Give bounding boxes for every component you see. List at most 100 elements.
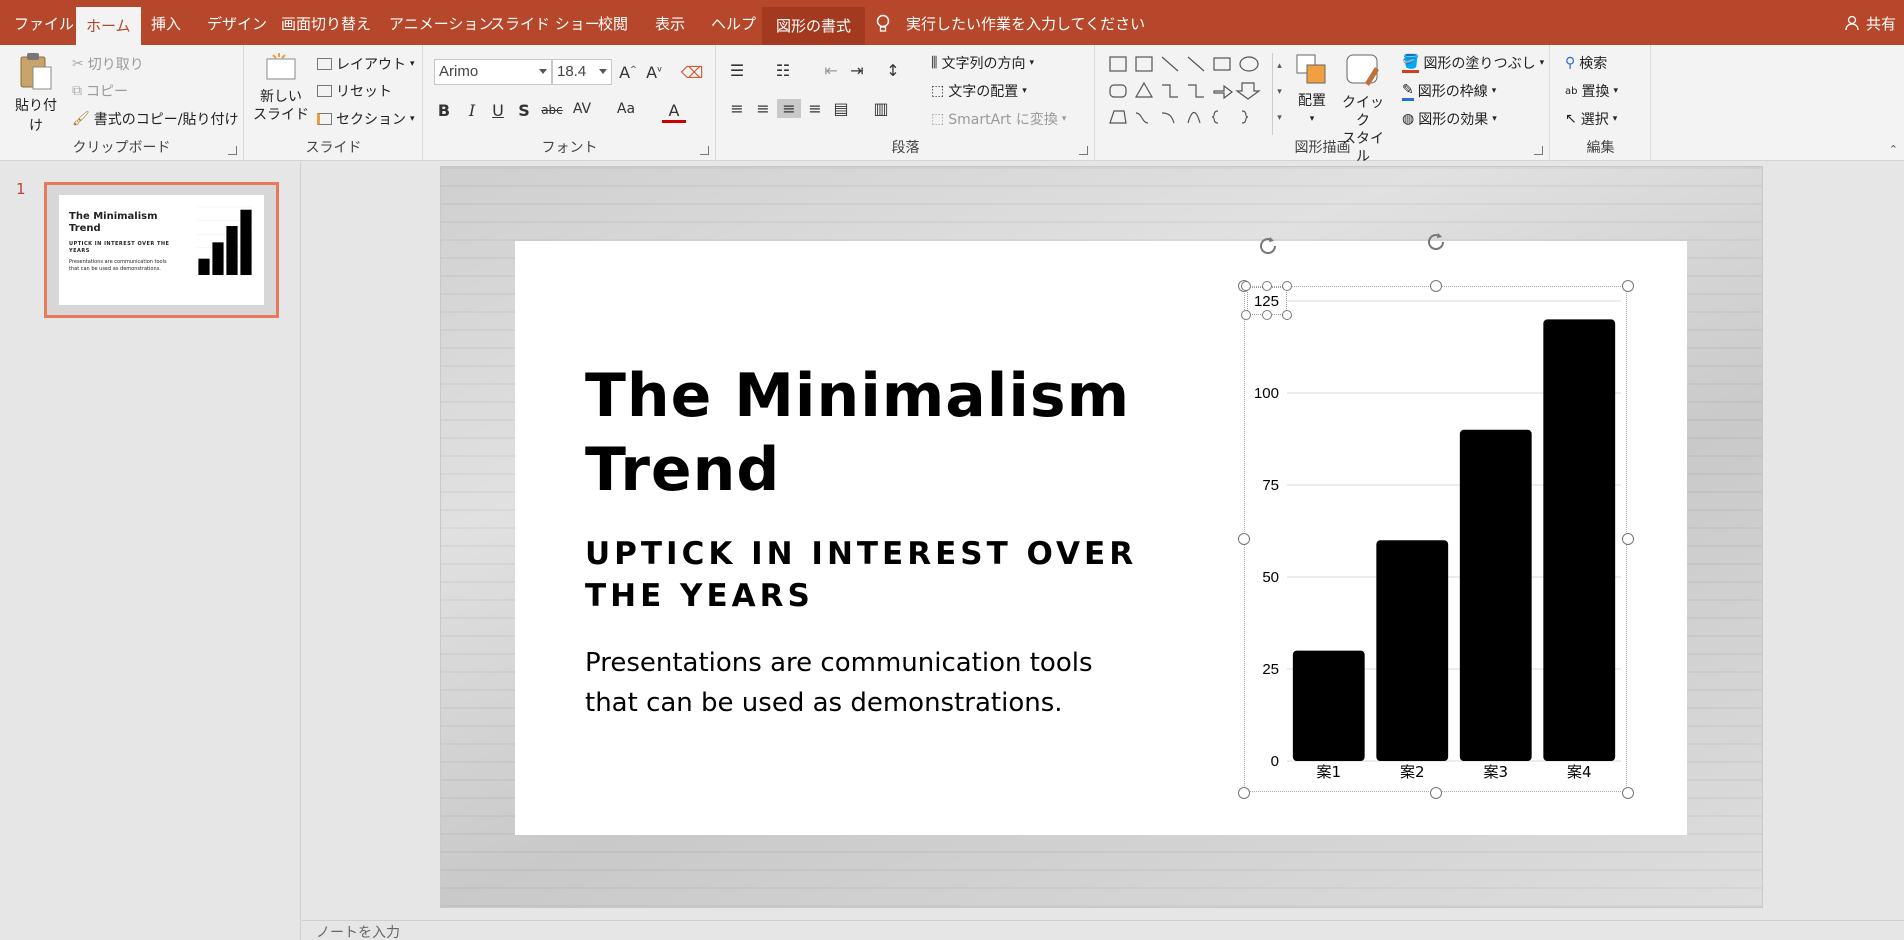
grow-font-icon[interactable]: A^: [616, 63, 640, 82]
resize-handle-n[interactable]: [1430, 280, 1442, 292]
arrange-button[interactable]: 配置 ▾: [1292, 53, 1332, 128]
shapes-scroll[interactable]: ▴ ▾ ▾: [1272, 53, 1286, 135]
slide-title[interactable]: The Minimalism Trend: [585, 359, 1145, 507]
justify-icon[interactable]: ≡: [803, 99, 827, 118]
strikethrough-icon[interactable]: abc: [540, 103, 564, 117]
tab-review[interactable]: 校閲: [598, 0, 628, 45]
tab-shape-format[interactable]: 図形の書式: [762, 7, 866, 45]
drawing-launcher-icon[interactable]: [1534, 146, 1543, 155]
section-button[interactable]: セクション ▾: [317, 109, 415, 129]
resize-handle-e[interactable]: [1622, 533, 1634, 545]
copy-button[interactable]: ⧉ コピー: [72, 81, 128, 101]
label-handle-n[interactable]: [1262, 281, 1272, 291]
share-button[interactable]: 共有: [1845, 0, 1896, 45]
ribbon-tab-bar: ファイル ホーム 挿入 デザイン 画面切り替え アニメーション スライド ショー…: [0, 0, 1904, 45]
lightbulb-icon: [876, 14, 890, 34]
label-handle-sw[interactable]: [1241, 310, 1251, 320]
cursor-icon: ↖: [1565, 111, 1577, 127]
bold-icon[interactable]: B: [432, 101, 456, 120]
clear-format-icon[interactable]: ⌫: [680, 63, 704, 82]
font-size-select[interactable]: 18.4: [552, 59, 612, 85]
tell-me-box[interactable]: 実行したい作業を入力してください: [906, 0, 1145, 45]
slide-content-card: The Minimalism Trend UPTICK IN INTEREST …: [515, 233, 1687, 835]
slide-thumbnail-pane: 1 The Minimalism Trend UPTICK IN INTERES…: [0, 162, 301, 940]
format-painter-button[interactable]: 🖌 書式のコピー/貼り付け: [72, 109, 239, 129]
select-label: 選択: [1580, 112, 1609, 128]
text-direction-button[interactable]: ⫼ 文字列の方向 ▾: [931, 53, 1034, 73]
char-spacing-icon[interactable]: AV: [570, 101, 594, 117]
font-name-value: Arimo: [439, 63, 479, 80]
align-center-icon[interactable]: ≡: [751, 99, 775, 118]
tab-design[interactable]: デザイン: [207, 0, 267, 45]
resize-handle-s[interactable]: [1430, 787, 1442, 799]
font-launcher-icon[interactable]: [700, 146, 709, 155]
notes-pane[interactable]: ノートを入力: [302, 920, 1904, 940]
tab-help[interactable]: ヘルプ: [711, 0, 756, 45]
font-color-icon[interactable]: A: [662, 101, 686, 123]
tab-insert[interactable]: 挿入: [151, 0, 181, 45]
slide-subtitle[interactable]: UPTICK IN INTEREST OVER THE YEARS: [585, 533, 1145, 617]
label-handle-nw[interactable]: [1241, 281, 1251, 291]
distributed-icon[interactable]: ▤: [829, 99, 853, 118]
select-button[interactable]: ↖ 選択 ▾: [1565, 109, 1617, 129]
slide-body-text[interactable]: Presentations are communication tools th…: [585, 643, 1145, 723]
label-handle-ne[interactable]: [1282, 281, 1292, 291]
italic-icon[interactable]: I: [460, 101, 484, 120]
shape-outline-button[interactable]: ✎ 図形の枠線 ▾: [1402, 81, 1496, 101]
resize-handle-ne[interactable]: [1622, 280, 1634, 292]
resize-handle-sw[interactable]: [1238, 787, 1250, 799]
resize-handle-w[interactable]: [1238, 533, 1250, 545]
group-editing: ⚲ 検索 ab 置換 ▾ ↖ 選択 ▾ 編集: [1551, 45, 1651, 161]
arrange-icon: [1296, 54, 1326, 84]
tab-home[interactable]: ホーム: [76, 7, 141, 45]
vertical-scrollbar[interactable]: [1898, 162, 1904, 852]
new-slide-button[interactable]: 新しい スライド: [253, 51, 309, 135]
paragraph-launcher-icon[interactable]: [1079, 146, 1088, 155]
shadow-icon[interactable]: S: [512, 101, 536, 120]
tab-transitions[interactable]: 画面切り替え: [281, 0, 371, 45]
tab-file[interactable]: ファイル: [14, 0, 74, 45]
align-left-icon[interactable]: ≡: [725, 99, 749, 118]
increase-indent-icon[interactable]: ⇥: [845, 61, 869, 80]
slide-thumbnail[interactable]: The Minimalism Trend UPTICK IN INTEREST …: [44, 182, 279, 318]
label-handle-se[interactable]: [1282, 310, 1292, 320]
shape-fill-button[interactable]: 🪣 図形の塗りつぶし ▾: [1402, 53, 1544, 73]
underline-icon[interactable]: U: [486, 101, 510, 120]
group-slides: 新しい スライド レイアウト ▾ リセット セクション ▾ スライド: [245, 45, 423, 161]
slide-canvas[interactable]: The Minimalism Trend UPTICK IN INTEREST …: [440, 166, 1763, 908]
shape-effects-button[interactable]: ◍ 図形の効果 ▾: [1402, 109, 1497, 129]
shrink-font-icon[interactable]: Av: [642, 63, 666, 82]
cut-button[interactable]: ✂ 切り取り: [72, 54, 144, 74]
decrease-indent-icon[interactable]: ⇤: [819, 61, 843, 80]
shape-effects-label: 図形の効果: [1418, 112, 1489, 128]
shapes-gallery[interactable]: ▴ ▾ ▾: [1108, 53, 1282, 135]
find-button[interactable]: ⚲ 検索: [1565, 53, 1607, 73]
align-text-button[interactable]: ⬚ 文字の配置 ▾: [931, 81, 1027, 101]
replace-button[interactable]: ab 置換 ▾: [1565, 81, 1618, 101]
align-right-icon[interactable]: ≡: [777, 99, 801, 118]
label-handle-s[interactable]: [1262, 310, 1272, 320]
line-spacing-icon[interactable]: ↕: [881, 61, 905, 80]
font-name-select[interactable]: Arimo: [434, 59, 552, 85]
clipboard-launcher-icon[interactable]: [228, 146, 237, 155]
tab-animations[interactable]: アニメーション: [389, 0, 493, 45]
numbering-icon[interactable]: ☷: [771, 61, 795, 80]
change-case-icon[interactable]: Aa: [614, 101, 638, 117]
bullets-icon[interactable]: ☰: [725, 61, 749, 80]
tab-slideshow[interactable]: スライド ショー: [490, 0, 600, 45]
align-text-icon: ⬚: [931, 83, 945, 99]
chart-object[interactable]: 0 25 50 75 100 125 案1 案2 案3 案4: [1238, 233, 1634, 799]
y-tick-label: 100: [1254, 385, 1279, 402]
slide-editor: The Minimalism Trend UPTICK IN INTEREST …: [302, 162, 1904, 920]
rotate-handle-icon[interactable]: [1425, 231, 1447, 253]
paste-button[interactable]: 貼り付け: [10, 51, 62, 134]
columns-icon[interactable]: ▥: [869, 99, 893, 118]
tab-view[interactable]: 表示: [655, 0, 685, 45]
collapse-ribbon-icon[interactable]: ⌃: [1889, 143, 1898, 156]
reset-button[interactable]: リセット: [317, 81, 392, 101]
layout-button[interactable]: レイアウト ▾: [317, 54, 415, 74]
resize-handle-se[interactable]: [1622, 787, 1634, 799]
axis-label-selection[interactable]: [1241, 281, 1292, 320]
smartart-button[interactable]: ⬚ SmartArt に変換 ▾: [931, 109, 1066, 129]
label-rotate-handle-icon[interactable]: [1257, 235, 1279, 257]
